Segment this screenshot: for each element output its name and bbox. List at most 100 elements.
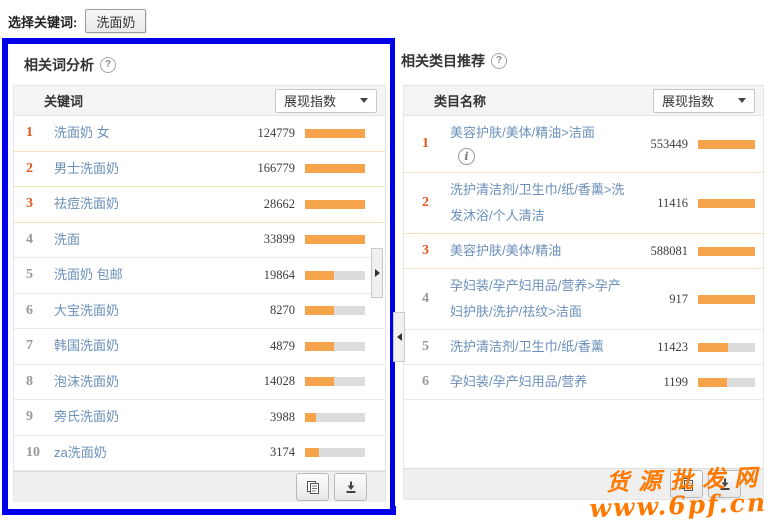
index-value: 4879: [270, 338, 295, 353]
label-cell: 孕妇装/孕产妇用品/营养: [450, 369, 626, 395]
index-value: 33899: [263, 232, 295, 247]
index-value: 124779: [257, 125, 296, 140]
label-cell: 美容护肤/美体/精油: [450, 238, 626, 264]
sort-metric-dropdown[interactable]: 展现指数: [653, 88, 755, 113]
label-cell: 旁氏洗面奶: [54, 404, 233, 430]
keyword-table-footer: [14, 471, 385, 502]
keyword-link[interactable]: 旁氏洗面奶: [54, 409, 119, 424]
index-bar: [698, 246, 755, 256]
collapse-right-panel-handle[interactable]: [393, 312, 405, 362]
related-categories-header: 相关类目推荐 ?: [401, 51, 764, 71]
index-bar: [698, 377, 755, 387]
table-row: 1 洗面奶 女 124779: [14, 116, 385, 152]
index-bar-fill: [698, 294, 755, 304]
rank-number: 5: [26, 267, 33, 283]
index-bar-fill: [305, 448, 319, 458]
index-bar: [305, 235, 365, 245]
index-bar-fill: [305, 270, 334, 280]
index-bar: [305, 377, 365, 387]
keyword-link[interactable]: za洗面奶: [54, 445, 107, 460]
collapse-left-panel-handle[interactable]: [371, 248, 383, 298]
label-cell: 美容护肤/美体/精油>洁面 i: [450, 120, 626, 168]
table-row: 1 美容护肤/美体/精油>洁面 i 553449: [404, 116, 763, 173]
sort-metric-dropdown[interactable]: 展现指数: [275, 88, 377, 113]
question-circle-icon[interactable]: ?: [100, 57, 116, 73]
keyword-link[interactable]: 祛痘洗面奶: [54, 196, 119, 211]
category-link[interactable]: 洗护清洁剂/卫生巾/纸/香薰>洗发沐浴/个人清洁: [450, 182, 624, 223]
label-cell: 韩国洗面奶: [54, 333, 233, 359]
index-bar-fill: [305, 164, 365, 174]
category-link[interactable]: 美容护肤/美体/精油: [450, 243, 561, 258]
index-bar: [305, 341, 365, 351]
rank-number: 6: [422, 374, 429, 389]
table-row: 6 孕妇装/孕产妇用品/营养 1199: [404, 365, 763, 400]
index-bar-fill: [305, 128, 365, 138]
index-bar: [698, 294, 755, 304]
index-value: 19864: [263, 267, 295, 282]
copy-list-button[interactable]: [296, 473, 329, 501]
index-bar-fill: [698, 342, 728, 352]
label-cell: 男士洗面奶: [54, 156, 233, 182]
table-empty-space: [404, 400, 763, 468]
rank-number: 9: [26, 409, 33, 425]
keyword-link[interactable]: 大宝洗面奶: [54, 303, 119, 318]
rank-number: 2: [26, 160, 33, 176]
selected-keyword-tag[interactable]: 洗面奶: [85, 9, 147, 33]
index-bar-fill: [698, 246, 755, 256]
column-header-keyword: 关键词: [44, 94, 84, 109]
label-cell: 洗护清洁剂/卫生巾/纸/香薰>洗发沐浴/个人清洁: [450, 177, 626, 229]
index-value: 553449: [650, 136, 689, 151]
info-circle-icon[interactable]: i: [458, 148, 475, 165]
table-row: 9 旁氏洗面奶 3988: [14, 400, 385, 436]
category-table-footer: [404, 468, 763, 499]
table-row: 2 洗护清洁剂/卫生巾/纸/香薰>洗发沐浴/个人清洁 11416: [404, 173, 763, 234]
index-bar-fill: [305, 306, 334, 316]
label-cell: 洗面奶 包邮: [54, 262, 233, 288]
keyword-link[interactable]: 男士洗面奶: [54, 161, 119, 176]
table-row: 3 祛痘洗面奶 28662: [14, 187, 385, 223]
table-row: 3 美容护肤/美体/精油 588081: [404, 234, 763, 269]
index-bar-fill: [305, 341, 334, 351]
chevron-left-icon: [396, 333, 402, 341]
label-cell: 洗护清洁剂/卫生巾/纸/香薰: [450, 334, 626, 360]
download-icon: [720, 478, 729, 490]
keyword-link[interactable]: 泡沫洗面奶: [54, 374, 119, 389]
rank-number: 8: [26, 373, 33, 389]
download-icon: [346, 481, 355, 493]
table-row: 4 孕妇装/孕产妇用品/营养>孕产妇护肤/洗护/祛纹>洁面 917: [404, 269, 763, 330]
copy-list-button[interactable]: [670, 470, 703, 498]
download-button[interactable]: [334, 473, 367, 501]
rank-number: 4: [422, 291, 429, 306]
category-table: 类目名称 展现指数 1 美容护肤/美体/精油>洁面 i 553449 2 洗护清洁剂/卫生…: [403, 85, 764, 500]
keyword-table: 关键词 展现指数 1 洗面奶 女 124779 2 男士洗面奶 166779 3 祛痘洗面奶 2…: [13, 85, 386, 502]
category-link[interactable]: 孕妇装/孕产妇用品/营养>孕产妇护肤/洗护/祛纹>洁面: [450, 278, 621, 319]
keyword-table-body: 1 洗面奶 女 124779 2 男士洗面奶 166779 3 祛痘洗面奶 28662 4 洗面 33…: [14, 116, 385, 471]
rank-number: 1: [26, 125, 33, 141]
info-icon-line: i: [458, 148, 626, 165]
panel-title: 相关词分析: [24, 57, 94, 73]
chevron-right-icon: [374, 269, 380, 277]
category-link[interactable]: 孕妇装/孕产妇用品/营养: [450, 374, 587, 389]
index-bar-fill: [305, 199, 365, 209]
keyword-link[interactable]: 洗面奶 包邮: [54, 267, 123, 282]
index-value: 3988: [270, 409, 295, 424]
index-bar-fill: [305, 377, 334, 387]
category-link[interactable]: 洗护清洁剂/卫生巾/纸/香薰: [450, 339, 604, 354]
index-value: 14028: [263, 374, 295, 389]
index-value: 166779: [257, 161, 296, 176]
table-row: 4 洗面 33899: [14, 223, 385, 258]
keyword-link[interactable]: 洗面奶 女: [54, 125, 110, 140]
question-circle-icon[interactable]: ?: [491, 53, 507, 69]
download-button[interactable]: [708, 470, 741, 498]
rank-number: 10: [26, 444, 40, 460]
keyword-link[interactable]: 韩国洗面奶: [54, 338, 119, 353]
index-bar-fill: [305, 235, 365, 245]
index-bar: [698, 198, 755, 208]
index-bar-fill: [698, 377, 727, 387]
table-row: 6 大宝洗面奶 8270: [14, 294, 385, 329]
keyword-link[interactable]: 洗面: [54, 232, 80, 247]
column-header-category: 类目名称: [434, 94, 487, 109]
index-value: 588081: [650, 243, 689, 258]
category-table-header: 类目名称 展现指数: [404, 86, 763, 116]
category-link[interactable]: 美容护肤/美体/精油>洁面: [450, 125, 595, 140]
